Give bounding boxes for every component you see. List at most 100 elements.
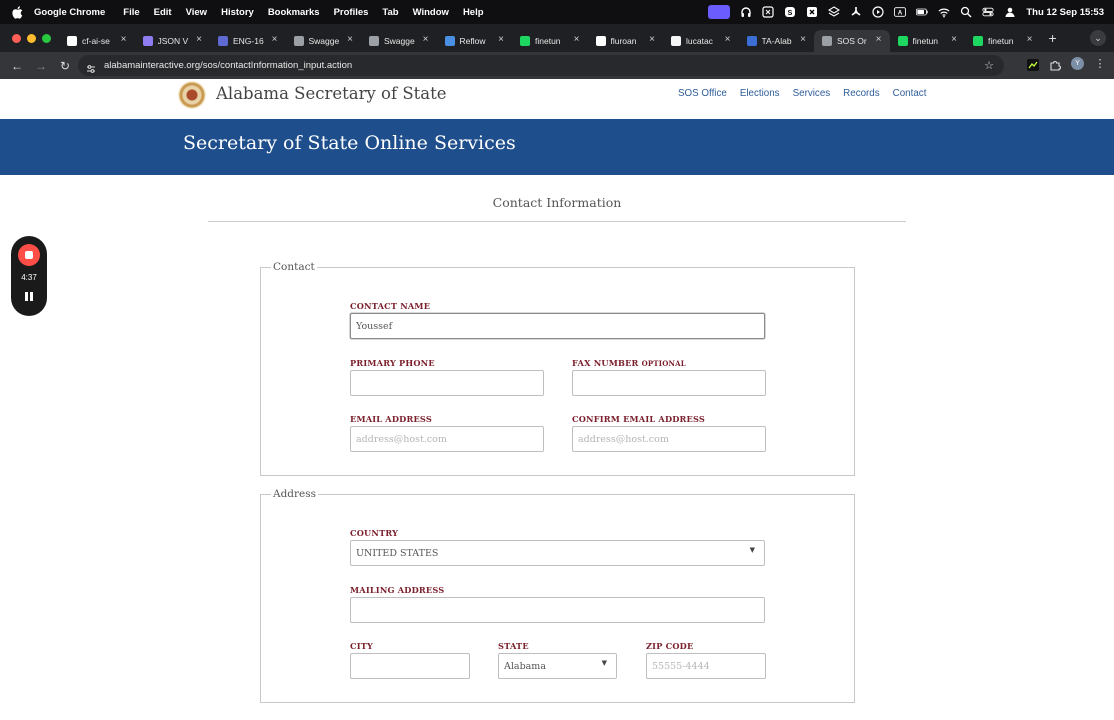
close-tab-icon[interactable]: × [725,34,731,45]
browser-tab[interactable]: finetun × [890,30,966,52]
close-tab-icon[interactable]: × [196,34,202,45]
site-settings-icon[interactable] [86,61,96,73]
menu-app-name[interactable]: Google Chrome [34,7,105,18]
browser-tab[interactable]: cf-ai-se × [59,30,135,52]
browser-tab[interactable]: finetun × [965,30,1041,52]
menu-tab[interactable]: Tab [382,7,398,18]
menu-help[interactable]: Help [463,7,484,18]
text-input-icon[interactable]: A [894,6,907,18]
contact-name-input[interactable]: Youssef [350,313,765,339]
pause-recording-icon[interactable] [23,292,35,304]
minimize-window-button[interactable] [27,33,36,43]
nav-sos-office[interactable]: SOS Office [678,88,727,99]
close-tab-icon[interactable]: × [121,34,127,45]
country-select[interactable]: UNITED STATES ▼ [350,540,765,566]
browser-tab[interactable]: SOS Or × [814,30,890,52]
close-tab-icon[interactable]: × [347,34,353,45]
menu-history[interactable]: History [221,7,254,18]
recording-timer: 4:37 [21,273,37,282]
forward-arrow-icon[interactable]: → [34,59,48,73]
browser-tab[interactable]: finetun × [512,30,588,52]
battery-icon[interactable] [916,6,929,18]
browser-tab[interactable]: Reflow × [437,30,513,52]
tab-title: TA-Alab [761,36,792,46]
fax-number-input[interactable] [572,370,766,396]
tab-search-button[interactable]: ⌄ [1090,30,1106,46]
bookmark-star-icon[interactable]: ☆ [984,59,994,72]
zoom-window-button[interactable] [42,33,51,43]
user-switch-icon[interactable] [1004,6,1016,18]
close-window-button[interactable] [12,33,21,43]
back-arrow-icon[interactable]: ← [10,59,24,73]
close-tab-icon[interactable]: × [800,34,806,45]
new-tab-button[interactable]: + [1049,30,1057,46]
browser-tab[interactable]: ENG-16 × [210,30,286,52]
svg-text:S: S [788,10,793,17]
tab-title: Reflow [459,36,486,46]
profile-avatar[interactable]: Y [1071,57,1084,70]
zip-code-input[interactable]: 55555-4444 [646,653,766,679]
close-tab-icon[interactable]: × [272,34,278,45]
nav-services[interactable]: Services [793,88,831,99]
state-dropdown-caret-icon: ▼ [601,659,607,667]
wifi-icon[interactable] [938,6,950,18]
apple-icon[interactable] [12,5,24,19]
screen-record-icon[interactable] [708,5,731,19]
more-menu-icon[interactable]: ⋮ [1094,58,1106,70]
site-title[interactable]: Alabama Secretary of State [216,84,447,103]
menu-bookmarks[interactable]: Bookmarks [268,7,320,18]
zip-code-label: ZIP CODE [646,641,694,651]
menubar-clock[interactable]: Thu 12 Sep 15:53 [1026,7,1104,18]
state-select[interactable]: Alabama ▼ [498,653,617,679]
site-nav: SOS Office Elections Services Records Co… [678,88,926,99]
nav-contact[interactable]: Contact [893,88,927,99]
menu-window[interactable]: Window [413,7,449,18]
confirm-email-placeholder: address@host.com [578,433,669,445]
primary-phone-input[interactable] [350,370,544,396]
x-app-icon[interactable] [806,6,818,18]
browser-tab[interactable]: fluroan × [588,30,664,52]
close-tab-icon[interactable]: × [1027,34,1033,45]
browser-tab[interactable]: TA-Alab × [739,30,815,52]
browser-tab[interactable]: Swagge × [361,30,437,52]
search-icon[interactable] [960,6,972,18]
reflow-icon [444,36,455,46]
headphones-icon[interactable] [740,6,752,18]
email-address-input[interactable]: address@host.com [350,426,544,452]
city-input[interactable] [350,653,470,679]
control-center-icon[interactable] [982,6,994,18]
close-tab-icon[interactable]: × [423,34,429,45]
tab-title: finetun [535,36,561,46]
browser-tab[interactable]: lucatac × [663,30,739,52]
close-tab-icon[interactable]: × [951,34,957,45]
mailing-address-input[interactable] [350,597,765,623]
crop-icon[interactable] [762,6,774,18]
url-text[interactable]: alabamainteractive.org/sos/contactInform… [104,60,352,71]
layers-icon[interactable] [828,6,841,18]
menu-view[interactable]: View [186,7,207,18]
extensions-puzzle-icon[interactable] [1049,58,1061,71]
menu-file[interactable]: File [123,7,139,18]
close-tab-icon[interactable]: × [498,34,504,45]
play-circle-icon[interactable] [872,6,884,18]
nav-records[interactable]: Records [843,88,879,99]
close-tab-icon[interactable]: × [649,34,655,45]
menu-edit[interactable]: Edit [154,7,172,18]
nav-elections[interactable]: Elections [740,88,780,99]
chart-icon [520,36,530,46]
state-seal-logo[interactable] [178,81,206,109]
macos-menu-bar: Google Chrome File Edit View History Boo… [0,0,1114,24]
reload-icon[interactable]: ↻ [58,59,72,73]
stop-recording-button[interactable] [18,244,40,266]
close-tab-icon[interactable]: × [574,34,580,45]
fan-icon[interactable] [850,6,862,18]
address-bar[interactable]: alabamainteractive.org/sos/contactInform… [78,55,1004,76]
close-tab-icon[interactable]: × [876,34,882,45]
s-app-icon[interactable]: S [784,6,796,18]
confirm-email-input[interactable]: address@host.com [572,426,766,452]
browser-tab[interactable]: JSON V × [135,30,211,52]
menu-profiles[interactable]: Profiles [334,7,369,18]
fax-optional-tag: OPTIONAL [641,359,686,368]
browser-tab[interactable]: Swagge × [286,30,362,52]
extension-chart-icon[interactable] [1027,58,1039,71]
